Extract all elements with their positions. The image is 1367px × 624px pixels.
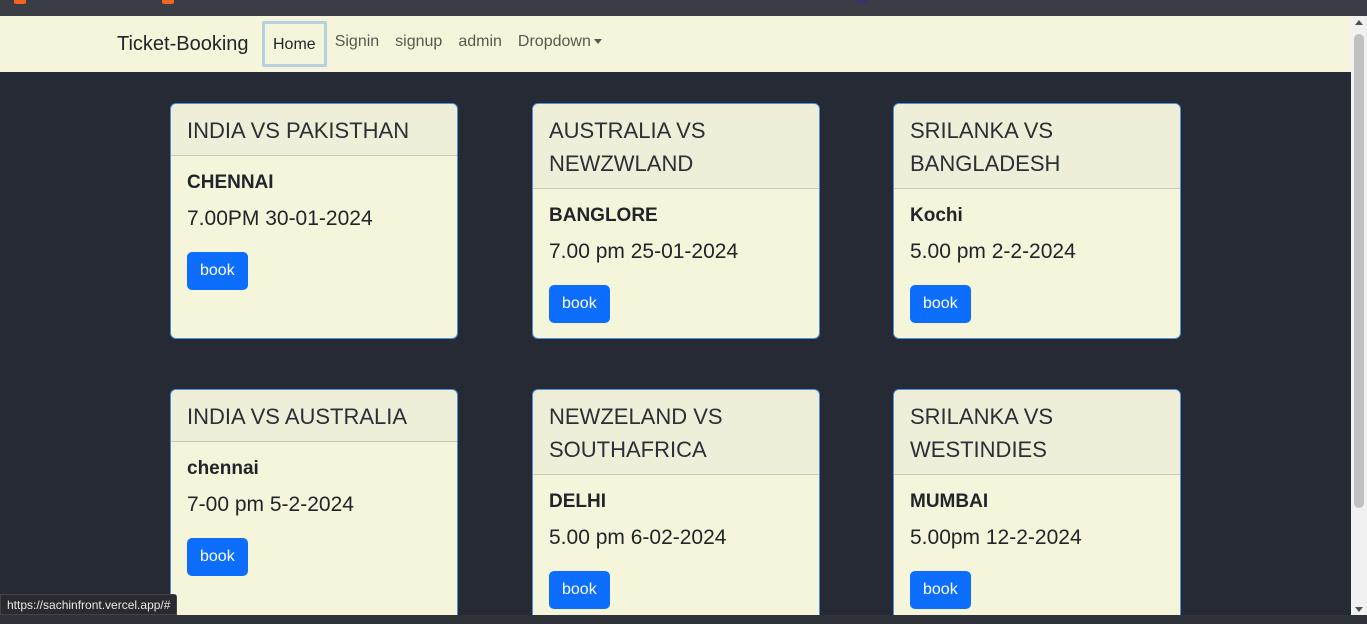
nav-signup-link[interactable]: signup <box>387 21 450 67</box>
nav-links: Home Signin signup admin Dropdown <box>262 16 610 72</box>
match-card: INDIA VS AUSTRALIA chennai 7-00 pm 5-2-2… <box>170 389 458 624</box>
match-venue: Kochi <box>910 205 963 226</box>
nav-admin-link[interactable]: admin <box>450 21 510 67</box>
match-title: INDIA VS PAKISTHAN <box>171 104 457 156</box>
match-title: SRILANKA VS BANGLADESH <box>894 104 1180 189</box>
match-card: AUSTRALIA VS NEWZWLAND BANGLORE 7.00 pm … <box>532 103 820 339</box>
dropdown-label: Dropdown <box>517 33 591 50</box>
match-venue: DELHI <box>549 491 606 512</box>
match-card: NEWZELAND VS SOUTHAFRICA DELHI 5.00 pm 6… <box>532 389 820 624</box>
book-button[interactable]: book <box>549 571 610 609</box>
page-scrollbar[interactable] <box>1351 16 1367 616</box>
match-venue: CHENNAI <box>187 172 274 193</box>
match-cards-grid: INDIA VS PAKISTHAN CHENNAI 7.00PM 30-01-… <box>0 72 1351 624</box>
link-status-url: https://sachinfront.vercel.app/# <box>0 594 178 615</box>
tab-favicon-icon <box>14 0 26 4</box>
book-button[interactable]: book <box>187 538 248 576</box>
match-title: NEWZELAND VS SOUTHAFRICA <box>533 390 819 475</box>
nav-dropdown-toggle[interactable]: Dropdown <box>510 21 610 67</box>
scroll-up-icon[interactable] <box>1355 20 1363 25</box>
nav-signin-link[interactable]: Signin <box>327 21 387 67</box>
match-time: 7.00PM 30-01-2024 <box>187 207 373 230</box>
match-title: SRILANKA VS WESTINDIES <box>894 390 1180 475</box>
brand-link[interactable]: Ticket-Booking <box>117 16 249 72</box>
caret-down-icon <box>593 39 602 45</box>
match-venue: chennai <box>187 458 259 479</box>
scroll-down-icon[interactable] <box>1355 607 1363 612</box>
match-venue: MUMBAI <box>910 491 989 512</box>
navbar: Ticket-Booking Home Signin signup admin … <box>0 16 1351 72</box>
book-button[interactable]: book <box>910 571 971 609</box>
match-time: 7-00 pm 5-2-2024 <box>187 493 354 516</box>
tab-favicon-icon <box>162 0 174 4</box>
book-button[interactable]: book <box>549 285 610 323</box>
match-time: 5.00 pm 6-02-2024 <box>549 526 727 549</box>
match-title: AUSTRALIA VS NEWZWLAND <box>533 104 819 189</box>
match-card: SRILANKA VS BANGLADESH Kochi 5.00 pm 2-2… <box>893 103 1181 339</box>
book-button[interactable]: book <box>910 285 971 323</box>
match-time: 5.00pm 12-2-2024 <box>910 526 1082 549</box>
taskbar-strip <box>0 615 1367 624</box>
scrollbar-thumb[interactable] <box>1354 34 1364 508</box>
match-time: 7.00 pm 25-01-2024 <box>549 240 739 263</box>
browser-tab-strip <box>0 0 1367 16</box>
tab-favicon-icon <box>856 0 868 4</box>
match-venue: BANGLORE <box>549 205 658 226</box>
match-title: INDIA VS AUSTRALIA <box>171 390 457 442</box>
book-button[interactable]: book <box>187 252 248 290</box>
match-card: SRILANKA VS WESTINDIES MUMBAI 5.00pm 12-… <box>893 389 1181 624</box>
match-card: INDIA VS PAKISTHAN CHENNAI 7.00PM 30-01-… <box>170 103 458 339</box>
nav-home-link[interactable]: Home <box>262 21 327 67</box>
match-time: 5.00 pm 2-2-2024 <box>910 240 1076 263</box>
